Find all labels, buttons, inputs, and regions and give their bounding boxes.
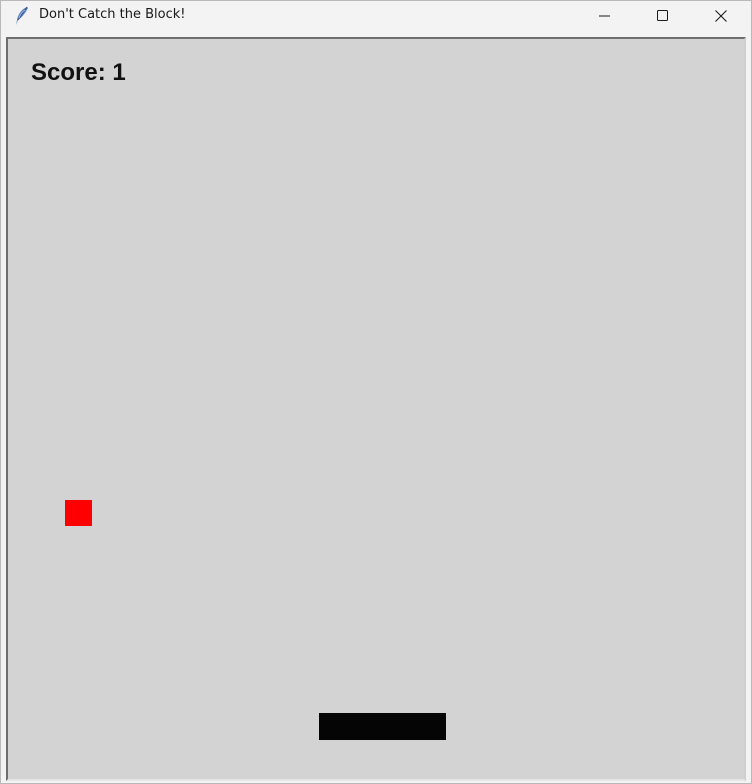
falling-block (65, 500, 92, 526)
maximize-icon (657, 10, 668, 21)
score-label: Score: 1 (31, 59, 126, 86)
close-icon (715, 10, 727, 22)
player-paddle[interactable] (319, 713, 446, 740)
close-button[interactable] (692, 1, 750, 31)
minimize-button[interactable] (576, 1, 634, 31)
window-title: Don't Catch the Block! (39, 7, 186, 22)
game-canvas[interactable]: Score: 1 (6, 37, 746, 781)
feather-icon (13, 6, 31, 26)
app-window: Don't Catch the Block! Score: 1 (0, 0, 752, 784)
minimize-icon (599, 15, 610, 17)
maximize-button[interactable] (634, 1, 692, 31)
title-bar[interactable]: Don't Catch the Block! (1, 1, 751, 31)
